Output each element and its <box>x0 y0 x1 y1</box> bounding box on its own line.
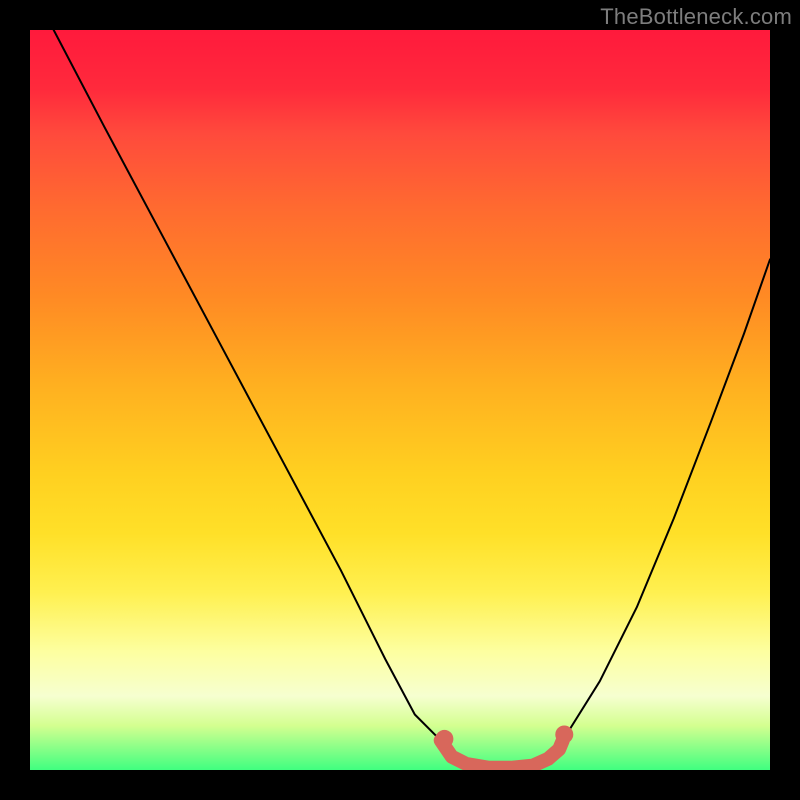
series-left-branch <box>54 30 441 740</box>
series-right-branch <box>563 259 770 740</box>
marker-layer <box>435 725 573 747</box>
series-layer <box>54 30 770 768</box>
series-bottom-highlight <box>441 740 563 767</box>
highlight-right-cap <box>555 725 573 743</box>
watermark-text: TheBottleneck.com <box>600 4 792 30</box>
plot-area <box>30 30 770 770</box>
chart-svg <box>30 30 770 770</box>
chart-stage: TheBottleneck.com <box>0 0 800 800</box>
highlight-left-cap <box>435 730 453 748</box>
